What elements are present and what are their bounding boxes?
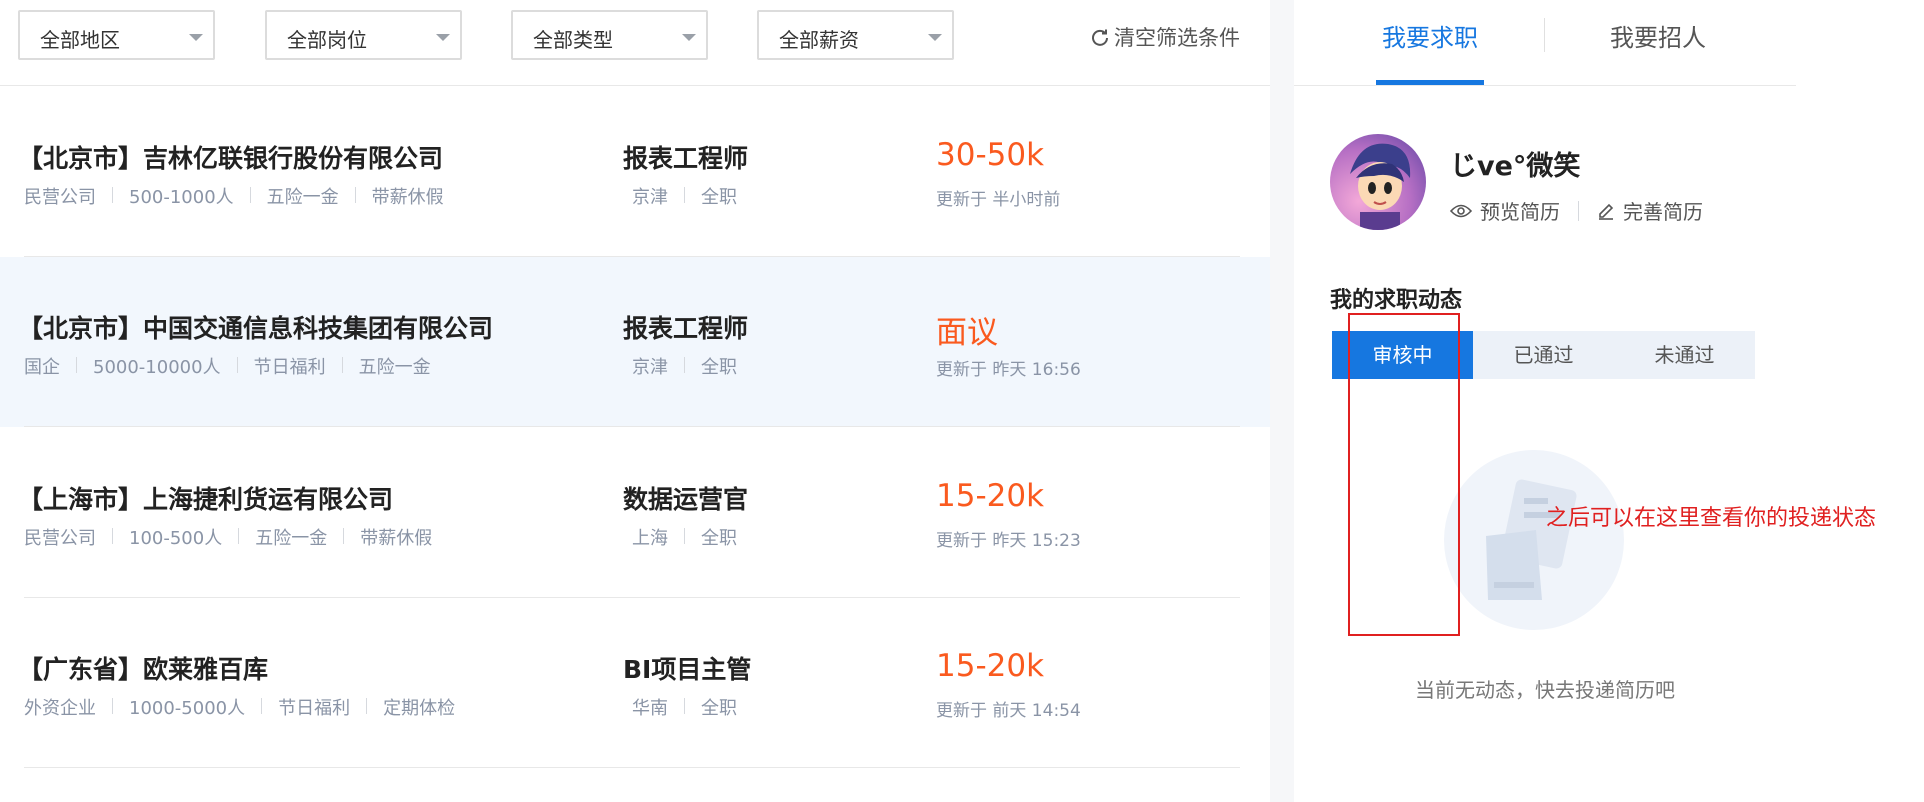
job-row[interactable]: 【北京市】吉林亿联银行股份有限公司 民营公司 500-1000人 五险一金 带薪… [0,87,1270,257]
position-title[interactable]: BI项目主管 [623,650,751,686]
chevron-down-icon [682,34,696,41]
tab-job-seeker[interactable]: 我要求职 [1382,18,1478,53]
panel-gap [1270,0,1294,802]
empty-state-illustration [1444,450,1624,630]
refresh-icon [1092,29,1108,46]
preview-resume-label: 预览简历 [1480,200,1560,224]
updated-time: 更新于 昨天 16:56 [936,360,1081,380]
tab-recruiter[interactable]: 我要招人 [1610,18,1706,53]
company-tags: 国企 5000-10000人 节日福利 五险一金 [24,353,431,379]
job-type: 全职 [701,357,737,378]
clear-filters-button[interactable]: 清空筛选条件 [1090,22,1240,52]
position-tags: 华南 全职 [632,694,737,720]
company-tag: 100-500人 [129,528,223,549]
salary: 面议 [936,315,998,351]
company-tag: 民营公司 [24,187,96,208]
job-list-panel: 全部地区 全部岗位 全部类型 全部薪资 清空筛选条件 【北京市】吉林亿联银行股份… [0,0,1270,802]
position-select[interactable]: 全部岗位 [265,10,462,60]
company-tags: 民营公司 100-500人 五险一金 带薪休假 [24,524,432,550]
position-tags: 京津 全职 [632,353,737,379]
company-tag: 500-1000人 [129,187,234,208]
complete-resume-label: 完善简历 [1623,200,1703,224]
chevron-down-icon [928,34,942,41]
job-location: 京津 [632,357,668,378]
job-location: 华南 [632,698,668,719]
company-tags: 外资企业 1000-5000人 节日福利 定期体检 [24,694,455,720]
company-tag: 5000-10000人 [93,357,221,378]
complete-resume-link[interactable]: 完善简历 [1597,196,1703,225]
position-tags: 京津 全职 [632,183,737,209]
company-tag: 节日福利 [253,357,326,378]
empty-state-text: 当前无动态，快去投递简历吧 [1415,678,1675,702]
company-tag: 外资企业 [24,698,96,719]
role-tabs: 我要求职 我要招人 [1294,0,1796,86]
chevron-down-icon [436,34,450,41]
salary: 30-50k [936,137,1045,173]
segment-passed[interactable]: 已通过 [1473,331,1614,379]
company-tag: 五险一金 [255,528,328,549]
tab-divider [1544,18,1545,52]
edit-icon [1599,203,1614,220]
link-divider [1578,200,1579,221]
divider [24,426,1240,427]
job-location: 京津 [632,187,668,208]
job-type: 全职 [701,528,737,549]
position-title[interactable]: 报表工程师 [623,139,748,175]
company-tag: 带薪休假 [371,187,444,208]
filter-bar: 全部地区 全部岗位 全部类型 全部薪资 清空筛选条件 [0,0,1270,86]
salary: 15-20k [936,478,1045,514]
type-select[interactable]: 全部类型 [511,10,708,60]
resume-links: 预览简历 完善简历 [1450,196,1703,225]
position-title[interactable]: 数据运营官 [623,480,748,516]
preview-resume-link[interactable]: 预览简历 [1450,196,1560,225]
chevron-down-icon [189,34,203,41]
job-type: 全职 [701,187,737,208]
updated-time: 更新于 半小时前 [936,190,1061,210]
company-tag: 五险一金 [266,187,339,208]
job-row[interactable]: 【广东省】欧莱雅百库 外资企业 1000-5000人 节日福利 定期体检 BI项… [0,598,1270,768]
region-select-label: 全部地区 [40,28,120,52]
salary-select-label: 全部薪资 [779,28,859,52]
company-name[interactable]: 【广东省】欧莱雅百库 [18,650,268,686]
company-tag: 节日福利 [278,698,351,719]
type-select-label: 全部类型 [533,28,613,52]
divider [24,767,1240,768]
company-tag: 1000-5000人 [129,698,246,719]
region-select[interactable]: 全部地区 [18,10,215,60]
updated-time: 更新于 昨天 15:23 [936,531,1081,551]
annotation-highlight-box [1348,313,1460,636]
job-row[interactable]: 【北京市】中国交通信息科技集团有限公司 国企 5000-10000人 节日福利 … [0,257,1270,427]
company-name[interactable]: 【上海市】上海捷利货运有限公司 [18,480,393,516]
company-tag: 民营公司 [24,528,96,549]
user-name: じve°微笑 [1450,151,1581,182]
company-tag: 五险一金 [358,357,431,378]
job-type: 全职 [701,698,737,719]
eye-icon [1450,204,1472,217]
job-location: 上海 [632,528,668,549]
segment-rejected[interactable]: 未通过 [1614,331,1755,379]
job-status-title: 我的求职动态 [1330,288,1463,313]
position-title[interactable]: 报表工程师 [623,309,748,345]
company-tag: 定期体检 [383,698,456,719]
position-tags: 上海 全职 [632,524,737,550]
updated-time: 更新于 前天 14:54 [936,701,1081,721]
job-row[interactable]: 【上海市】上海捷利货运有限公司 民营公司 100-500人 五险一金 带薪休假 … [0,428,1270,598]
page-margin [1796,0,1924,802]
clear-filters-label: 清空筛选条件 [1114,26,1240,50]
active-tab-indicator [1376,80,1484,85]
company-name[interactable]: 【北京市】吉林亿联银行股份有限公司 [18,139,443,175]
annotation-text: 之后可以在这里查看你的投递状态 [1546,506,1877,531]
company-tag: 带薪休假 [360,528,433,549]
avatar[interactable] [1330,134,1426,230]
salary-select[interactable]: 全部薪资 [757,10,954,60]
position-select-label: 全部岗位 [287,28,367,52]
salary: 15-20k [936,648,1045,684]
company-tag: 国企 [24,357,60,378]
company-tags: 民营公司 500-1000人 五险一金 带薪休假 [24,183,444,209]
company-name[interactable]: 【北京市】中国交通信息科技集团有限公司 [18,309,493,345]
